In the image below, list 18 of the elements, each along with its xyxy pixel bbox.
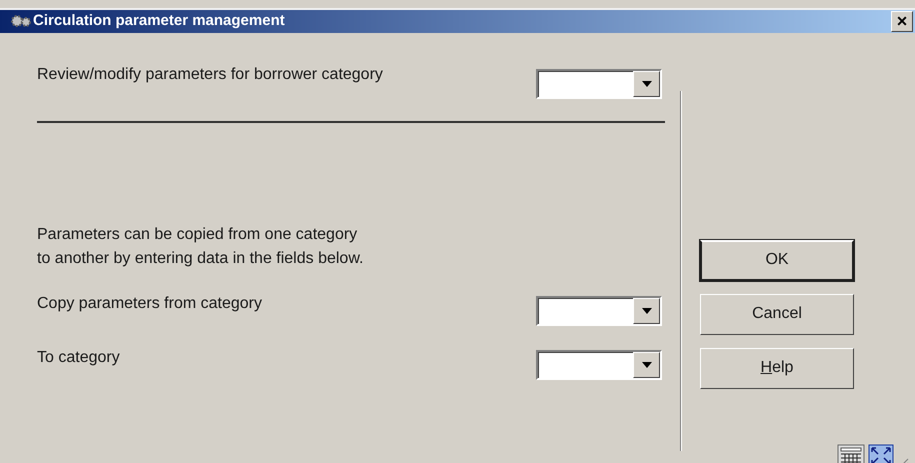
field-label: To category <box>37 348 120 368</box>
dropdown-field[interactable] <box>536 296 662 326</box>
gears-icon <box>10 13 32 30</box>
dropdown-field[interactable] <box>536 350 662 380</box>
caret-icon <box>633 70 660 96</box>
keyboard-icon <box>837 444 865 463</box>
expand-icon[interactable] <box>868 444 894 463</box>
caret-icon <box>633 352 660 378</box>
dialog-button[interactable]: OK <box>700 240 854 280</box>
caret-icon <box>633 298 660 324</box>
close-button[interactable]: × <box>891 10 913 32</box>
dropdown-field[interactable] <box>536 68 662 98</box>
window-title: Circulation parameter management <box>33 11 286 31</box>
dialog-button[interactable]: Cancel <box>700 294 854 334</box>
field-label: Copy parameters from category <box>37 294 262 314</box>
info-text: Parameters can be copied from one category to another by entering data in the fields below. <box>37 224 364 268</box>
dialog-button[interactable]: Help <box>700 348 854 388</box>
review-label: Review/modify parameters for borrower category <box>37 64 383 84</box>
